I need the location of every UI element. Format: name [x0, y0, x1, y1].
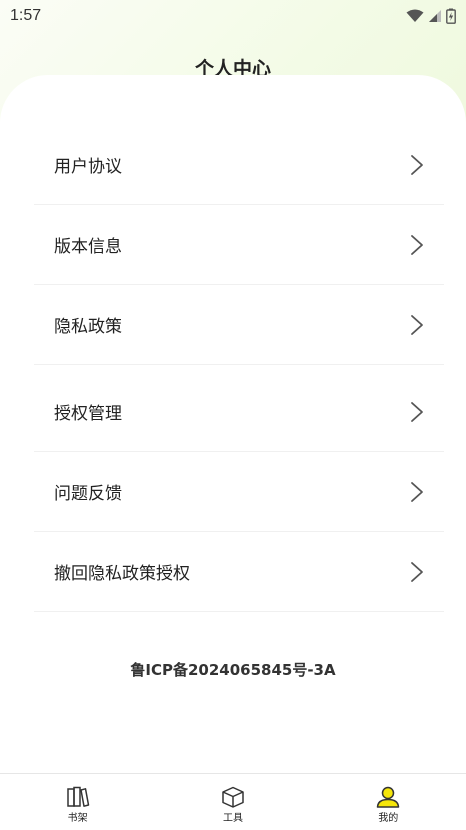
tab-label: 书架: [67, 813, 88, 824]
status-bar: 1:57: [0, 0, 466, 32]
menu-item-version-info[interactable]: 版本信息: [34, 205, 444, 285]
chevron-right-icon: [411, 481, 423, 502]
icp-license: 鲁ICP备2024065845号-3A: [130, 661, 336, 679]
menu-item-label: 授权管理: [54, 404, 122, 424]
chevron-right-icon: [411, 401, 423, 422]
menu-item-authorization[interactable]: 授权管理: [34, 372, 444, 452]
chevron-right-icon: [411, 234, 423, 255]
menu-item-revoke-privacy[interactable]: 撤回隐私政策授权: [34, 532, 444, 612]
tab-mine[interactable]: 我的: [328, 774, 448, 824]
menu-item-privacy-policy[interactable]: 隐私政策: [34, 285, 444, 365]
tab-label: 我的: [378, 813, 399, 824]
bookshelf-icon: [66, 786, 89, 807]
status-time: 1:57: [10, 7, 42, 24]
status-icons: [406, 8, 456, 24]
cube-icon: [222, 786, 244, 808]
menu-item-label: 用户协议: [54, 157, 122, 177]
tab-label: 工具: [222, 813, 243, 824]
tab-tools[interactable]: 工具: [173, 774, 293, 824]
menu-item-label: 问题反馈: [54, 484, 122, 504]
menu-item-user-agreement[interactable]: 用户协议: [34, 125, 444, 205]
cell-signal-icon: [429, 10, 441, 22]
tab-bookshelf[interactable]: 书架: [18, 774, 138, 824]
chevron-right-icon: [411, 561, 423, 582]
chevron-right-icon: [411, 314, 423, 335]
menu-item-label: 隐私政策: [54, 317, 122, 337]
menu-item-label: 撤回隐私政策授权: [54, 564, 190, 584]
menu-item-feedback[interactable]: 问题反馈: [34, 452, 444, 532]
user-icon: [377, 786, 400, 808]
bottom-tab-bar: 书架 工具 我的: [0, 773, 466, 830]
wifi-icon: [406, 9, 424, 22]
settings-menu: 用户协议 版本信息 隐私政策 授权管理 问题反馈 撤回隐私政策授权: [34, 125, 444, 612]
battery-icon: [446, 8, 456, 24]
chevron-right-icon: [411, 154, 423, 175]
menu-item-label: 版本信息: [54, 237, 122, 257]
